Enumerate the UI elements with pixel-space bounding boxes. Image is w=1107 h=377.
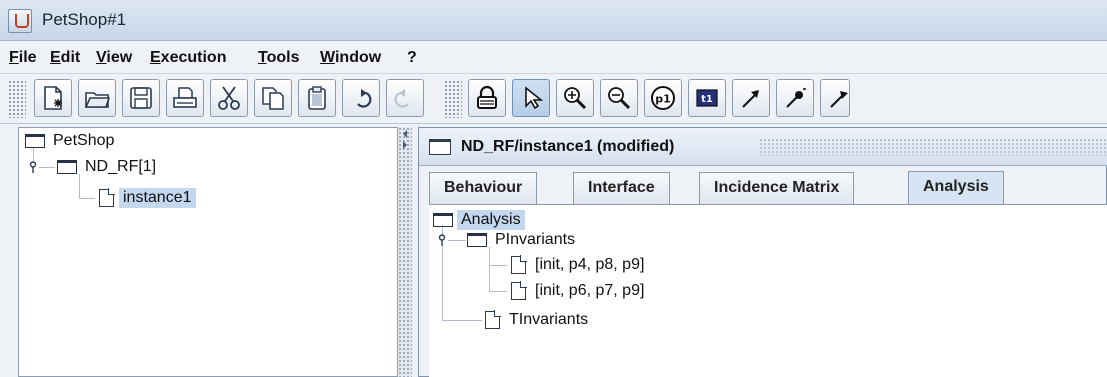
arc-button[interactable] [732,79,770,117]
zoom-out-button[interactable] [600,79,638,117]
tab-incidence-matrix[interactable]: Incidence Matrix [699,172,855,204]
redo-icon [394,89,409,108]
cut-icon [218,86,240,110]
pointer-button[interactable] [512,79,550,117]
tree-node-nd-rf[interactable]: ND_RF[1] [57,156,160,178]
undo-button[interactable] [342,79,380,117]
file-icon [485,310,501,329]
tree-label: ND_RF[1] [85,158,157,175]
new-file-button[interactable] [34,79,72,117]
instance-frame: ND_RF/instance1 (modified) Behaviour Int… [418,127,1107,377]
print-icon [173,87,197,108]
menu-window[interactable]: Window [320,49,381,67]
collapse-left-icon[interactable] [399,130,407,138]
menu-view[interactable]: View [96,49,132,67]
project-tree[interactable]: PetShop ND_RF[1] instance1 [18,127,398,377]
tree-label: TInvariants [509,311,589,328]
tree-node-petshop[interactable]: PetShop [25,130,118,152]
inhibitor-arc-button[interactable] [776,79,814,117]
transition-label: t1 [701,94,713,105]
file-icon [511,255,527,274]
file-icon [99,188,115,207]
tree-label: PetShop [53,132,115,149]
arc-icon [742,90,759,108]
toolbar: p1 t1 [0,74,1107,124]
analysis-panel[interactable]: Analysis PInvariants [init, p4, p8, p9] … [429,205,1107,377]
tree-node-instance1[interactable]: instance1 [99,187,196,209]
tree-label: instance1 [119,188,196,208]
tree-expand-icon[interactable] [27,161,39,173]
test-arc-button[interactable] [820,79,850,117]
zoom-in-button[interactable] [556,79,594,117]
tree-label: Analysis [457,210,525,230]
inhibitor-arc-icon [786,88,806,108]
tab-analysis[interactable]: Analysis [908,171,1004,205]
transition-button[interactable]: t1 [688,79,726,117]
tab-behaviour[interactable]: Behaviour [429,172,538,204]
lock-button[interactable] [468,79,506,117]
cut-button[interactable] [210,79,248,117]
folder-icon [433,213,453,227]
tree-node-pinv-1[interactable]: [init, p4, p8, p9] [511,254,648,276]
tree-label: PInvariants [495,231,576,248]
open-button[interactable] [78,79,116,117]
menu-execution[interactable]: Execution [150,49,226,67]
toolbar-grip[interactable] [8,80,26,118]
folder-icon [25,134,45,148]
tree-node-pinvariants[interactable]: PInvariants [467,229,579,251]
place-label: p1 [655,93,671,106]
redo-button[interactable] [386,79,424,117]
tree-label: [init, p4, p8, p9] [535,256,645,273]
menu-help[interactable]: ? [407,49,417,67]
expand-right-icon[interactable] [403,141,411,149]
place-button[interactable]: p1 [644,79,682,117]
menu-edit[interactable]: Edit [50,49,80,67]
tree-node-analysis[interactable]: Analysis [433,209,525,231]
save-icon [130,87,152,109]
open-folder-icon [84,92,110,108]
paste-icon [308,86,326,110]
copy-icon [262,87,284,110]
zoom-out-icon [608,87,631,110]
toolbar-grip-2[interactable] [444,80,462,118]
tab-interface[interactable]: Interface [573,172,670,204]
tree-node-tinvariants[interactable]: TInvariants [485,309,592,331]
paste-button[interactable] [298,79,336,117]
zoom-in-icon [564,87,587,110]
print-button[interactable] [166,79,204,117]
tree-node-pinv-2[interactable]: [init, p6, p7, p9] [511,280,648,302]
tree-expand-icon[interactable] [436,234,448,246]
title-drag-area[interactable] [759,138,1107,156]
test-arc-icon [830,91,848,108]
transition-icon: t1 [696,89,718,107]
pointer-icon [525,86,544,110]
menu-file[interactable]: File [9,49,37,67]
folder-icon [467,233,487,247]
java-app-icon [8,9,32,33]
frame-icon [429,139,451,155]
folder-icon [57,160,77,174]
frame-title-bar[interactable]: ND_RF/instance1 (modified) [419,128,1107,166]
window-title: PetShop#1 [42,10,127,29]
title-bar: PetShop#1 [0,0,1107,41]
file-icon [511,281,527,300]
undo-icon [357,89,372,108]
copy-button[interactable] [254,79,292,117]
menu-bar: File Edit View Execution Tools Window ? [0,41,1107,74]
save-button[interactable] [122,79,160,117]
split-pane-divider[interactable] [398,127,412,377]
place-icon: p1 [651,86,675,110]
new-file-icon [44,86,62,110]
menu-tools[interactable]: Tools [258,49,299,67]
tree-label: [init, p6, p7, p9] [535,282,645,299]
frame-title: ND_RF/instance1 (modified) [461,138,675,155]
lock-icon [477,85,497,109]
